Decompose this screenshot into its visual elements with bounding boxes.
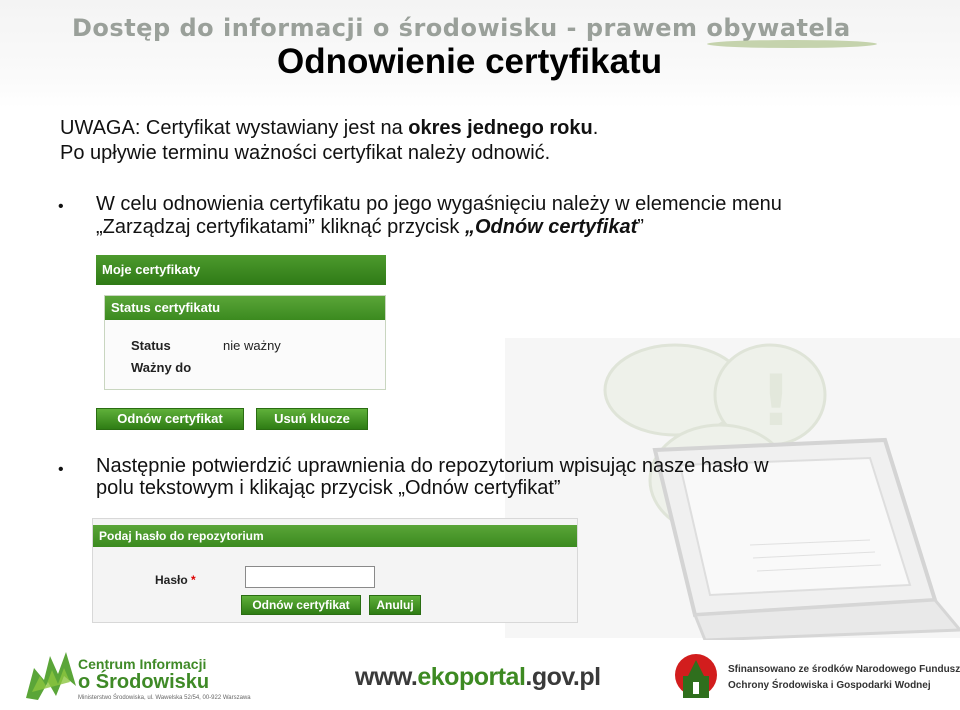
confirm-renew-button[interactable]: Odnów certyfikat	[241, 595, 361, 615]
password-label: Hasło *	[155, 573, 196, 587]
valid-until-label: Ważny do	[131, 360, 192, 375]
notice-line-2: Po upływie terminu ważności certyfikat n…	[60, 142, 551, 164]
nfosigw-logo-icon	[675, 654, 717, 698]
renew-certificate-button[interactable]: Odnów certyfikat	[96, 408, 244, 430]
certificate-status-panel: Status certyfikatu Status nie ważny Ważn…	[104, 295, 386, 390]
banner-swoosh	[707, 40, 877, 48]
page-title: Odnowienie certyfikatu	[277, 42, 663, 81]
delete-keys-button[interactable]: Usuń klucze	[256, 408, 368, 430]
certificate-status-header: Status certyfikatu	[105, 296, 385, 320]
bullet2-line-1: Następnie potwierdzić uprawnienia do rep…	[96, 455, 769, 477]
bullet1-line-2: „Zarządzaj certyfikatami” kliknąć przyci…	[96, 216, 644, 238]
required-mark: *	[191, 573, 196, 587]
nfosigw-line1: Sfinansowano ze środków Narodowego Fundu…	[728, 664, 960, 675]
password-input[interactable]	[245, 566, 375, 588]
repository-password-header: Podaj hasło do repozytorium	[93, 525, 577, 547]
repository-password-screenshot: Podaj hasło do repozytorium Hasło * Odnó…	[92, 518, 578, 623]
certificates-panel-screenshot: Moje certyfikaty Status certyfikatu Stat…	[96, 255, 386, 430]
status-label: Status	[131, 338, 171, 353]
bullet2-line-2: polu tekstowym i klikając przycisk „Odnó…	[96, 477, 561, 499]
notice-line-1: UWAGA: Certyfikat wystawiany jest na okr…	[60, 117, 599, 139]
my-certificates-header: Moje certyfikaty	[96, 255, 386, 285]
cio-address: Ministerstwo Środowiska, ul. Wawelska 52…	[78, 695, 251, 701]
cancel-button[interactable]: Anuluj	[369, 595, 421, 615]
bullet1-line-1: W celu odnowienia certyfikatu po jego wy…	[96, 193, 782, 215]
svg-text:!: !	[760, 360, 792, 442]
cio-name-line1: Centrum Informacji	[78, 656, 207, 672]
bullet-icon: •	[58, 198, 64, 215]
banner-text: Dostęp do informacji o środowisku - praw…	[72, 14, 851, 42]
nfosigw-line2: Ochrony Środowiska i Gospodarki Wodnej	[728, 680, 931, 691]
cio-name-line2: o Środowisku	[78, 671, 210, 693]
status-value: nie ważny	[223, 338, 281, 353]
cio-logo-icon	[26, 652, 76, 700]
footer: Centrum Informacji o Środowisku Minister…	[0, 640, 960, 710]
bullet-icon: •	[58, 461, 64, 478]
ekoportal-link[interactable]: www.ekoportal.gov.pl	[355, 663, 601, 692]
